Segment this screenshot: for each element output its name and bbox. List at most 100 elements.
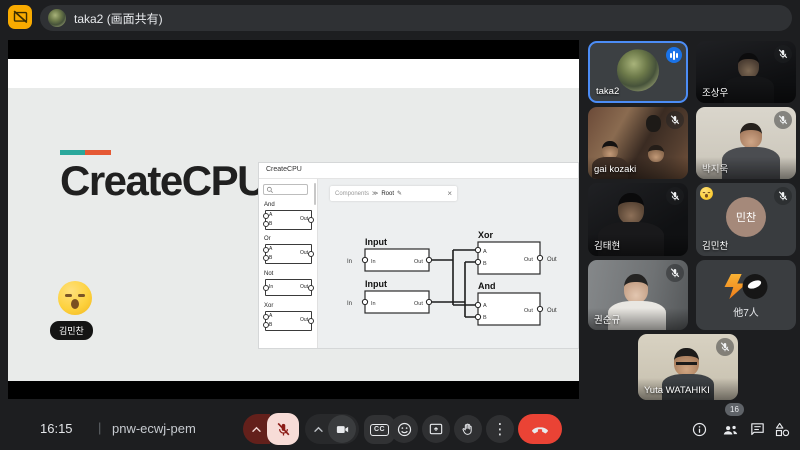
circuit-diagram: Input In In Out Input In In Out Xor (318, 179, 579, 349)
slide-accent-bar-teal (60, 150, 85, 155)
svg-text:Input: Input (365, 279, 387, 289)
audio-level-icon (666, 47, 682, 63)
avatar: 민찬 (726, 197, 766, 237)
reaction-author: 김민찬 (50, 321, 93, 340)
palette-gate-label: Not (264, 271, 273, 277)
component-palette: And A B Out Or A B Out Not In (259, 179, 318, 348)
mute-microphone-button[interactable] (267, 413, 299, 445)
tile-yuta-watahiki[interactable]: Yuta WATAHIKI (638, 334, 738, 400)
presentation-off-icon (12, 9, 29, 26)
captions-icon: CC (370, 424, 388, 436)
meeting-code: pnw-ecwj-pem (112, 421, 196, 436)
svg-text:Out: Out (414, 259, 423, 265)
tile-kwonsungyu[interactable]: 권순규 (588, 260, 688, 330)
chevron-up-icon (313, 426, 324, 433)
tile-gai-kozaki[interactable]: gai kozaki (588, 107, 688, 179)
mic-off-icon (666, 264, 684, 282)
search-icon (266, 186, 274, 194)
clock: 16:15 (40, 421, 73, 436)
mic-off-icon (774, 45, 792, 63)
show-participants-button[interactable] (721, 421, 740, 445)
palette-gate-and[interactable]: A B Out (265, 210, 312, 230)
tile-overflow-others[interactable]: 他7人 (696, 260, 796, 330)
presenter-avatar (48, 9, 66, 27)
divider: | (98, 420, 101, 435)
mic-off-icon (666, 111, 684, 129)
tile-kimminchan[interactable]: 민찬 김민찬 (696, 183, 796, 256)
app-title: CreateCPU (266, 166, 302, 173)
svg-text:Xor: Xor (478, 230, 494, 240)
hand-icon (460, 421, 476, 437)
camera-button[interactable] (328, 415, 356, 443)
meeting-details-button[interactable] (691, 421, 708, 443)
smiley-icon (396, 421, 413, 438)
stop-sharing-button[interactable] (8, 5, 32, 29)
mic-options-chevron[interactable] (243, 414, 270, 444)
avatar (617, 49, 659, 91)
raise-hand-button[interactable] (454, 415, 482, 443)
palette-gate-label: Xor (264, 303, 273, 309)
svg-text:In: In (371, 301, 376, 307)
svg-text:Out: Out (547, 308, 557, 314)
kebab-menu-icon: ⋮ (493, 420, 508, 438)
app-titlebar: CreateCPU (259, 163, 578, 179)
svg-text:Out: Out (524, 257, 533, 263)
avatar (743, 274, 768, 299)
svg-text:A: A (483, 249, 487, 255)
svg-text:Out: Out (547, 257, 557, 263)
chat-icon (749, 421, 766, 438)
activities-button[interactable] (774, 421, 791, 443)
participant-count-badge: 16 (725, 403, 744, 416)
presenter-label: taka2 (画面共有) (74, 10, 163, 27)
phone-down-icon (530, 419, 550, 439)
end-call-button[interactable] (518, 414, 562, 444)
present-screen-button[interactable] (422, 415, 450, 443)
more-options-button[interactable]: ⋮ (486, 415, 514, 443)
svg-text:Out: Out (524, 308, 533, 314)
mic-off-icon (275, 421, 292, 438)
mic-off-icon (774, 111, 792, 129)
slide-title: CreateCPU (60, 157, 266, 205)
mic-off-icon (666, 187, 684, 205)
svg-text:Out: Out (414, 301, 423, 307)
svg-text:In: In (371, 259, 376, 265)
presentation-slide: CreateCPU 김민찬 CreateCPU And A B Out (8, 59, 579, 381)
tile-taka2[interactable]: taka2 (588, 41, 688, 103)
presenter-banner[interactable]: taka2 (画面共有) (40, 5, 792, 31)
chat-button[interactable] (749, 421, 766, 443)
svg-text:And: And (478, 281, 496, 291)
palette-gate-label: Or (264, 236, 271, 242)
camera-icon (335, 422, 350, 437)
mic-off-icon (716, 338, 734, 356)
tile-parkjiuk[interactable]: 박지욱 (696, 107, 796, 179)
shapes-icon (774, 421, 791, 438)
people-icon (721, 421, 740, 440)
reaction-emoji (58, 281, 92, 315)
palette-gate-label: And (264, 202, 275, 208)
reaction-emoji (700, 187, 713, 200)
palette-gate-not[interactable]: In Out (265, 279, 312, 296)
camera-options-chevron[interactable] (310, 415, 326, 443)
circuit-canvas[interactable]: Components ≫ Root ✎ × Input In (318, 179, 578, 348)
present-icon (428, 421, 444, 437)
slide-accent-bar-orange (85, 150, 111, 155)
palette-scrollbar[interactable] (314, 183, 316, 205)
svg-text:In: In (347, 259, 352, 265)
svg-text:A: A (483, 303, 487, 309)
svg-text:B: B (483, 261, 487, 267)
tile-kimtaehyun[interactable]: 김태현 (588, 183, 688, 256)
tile-josangwoo[interactable]: 조상우 (696, 41, 796, 103)
svg-text:Input: Input (365, 237, 387, 247)
chevron-up-icon (251, 426, 262, 433)
overflow-avatars (725, 274, 768, 299)
reactions-button[interactable] (390, 415, 418, 443)
svg-text:B: B (483, 315, 487, 321)
mic-off-icon (774, 187, 792, 205)
svg-text:In: In (347, 301, 352, 307)
palette-gate-xor[interactable]: A B Out (265, 311, 312, 331)
info-icon (691, 421, 708, 438)
createcpu-app-screenshot: CreateCPU And A B Out Or A B (258, 162, 579, 349)
shared-screen: CreateCPU 김민찬 CreateCPU And A B Out (8, 40, 579, 399)
palette-search-input[interactable] (263, 184, 308, 195)
palette-gate-or[interactable]: A B Out (265, 244, 312, 264)
